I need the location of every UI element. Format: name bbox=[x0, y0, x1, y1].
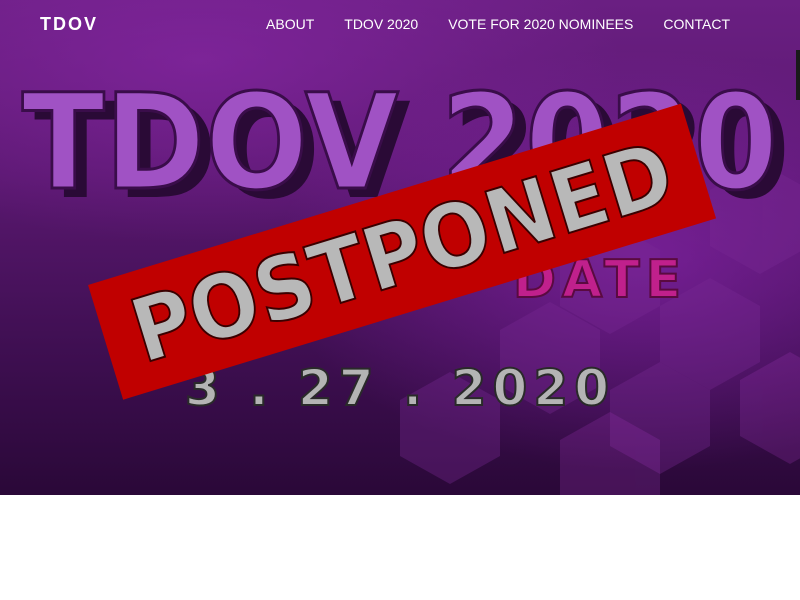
scrollbar-edge bbox=[796, 50, 800, 100]
nav-menu: ABOUT TDOV 2020 VOTE FOR 2020 NOMINEES C… bbox=[266, 16, 730, 32]
hero-banner: TDOV 2020 TDOV 2020 DATE 3 . 27 . 2020 P… bbox=[0, 0, 800, 495]
nav-about[interactable]: ABOUT bbox=[266, 16, 314, 32]
nav-tdov-2020[interactable]: TDOV 2020 bbox=[344, 16, 418, 32]
nav-vote-nominees[interactable]: VOTE FOR 2020 NOMINEES bbox=[448, 16, 633, 32]
date-text: 3 . 27 . 2020 bbox=[185, 359, 609, 417]
nav-contact[interactable]: CONTACT bbox=[663, 16, 730, 32]
top-navbar: TDOV ABOUT TDOV 2020 VOTE FOR 2020 NOMIN… bbox=[0, 0, 800, 50]
content-area bbox=[0, 495, 800, 600]
brand-logo-link[interactable]: TDOV bbox=[40, 14, 98, 35]
hero-artwork: TDOV 2020 TDOV 2020 DATE 3 . 27 . 2020 P… bbox=[21, 65, 791, 419]
